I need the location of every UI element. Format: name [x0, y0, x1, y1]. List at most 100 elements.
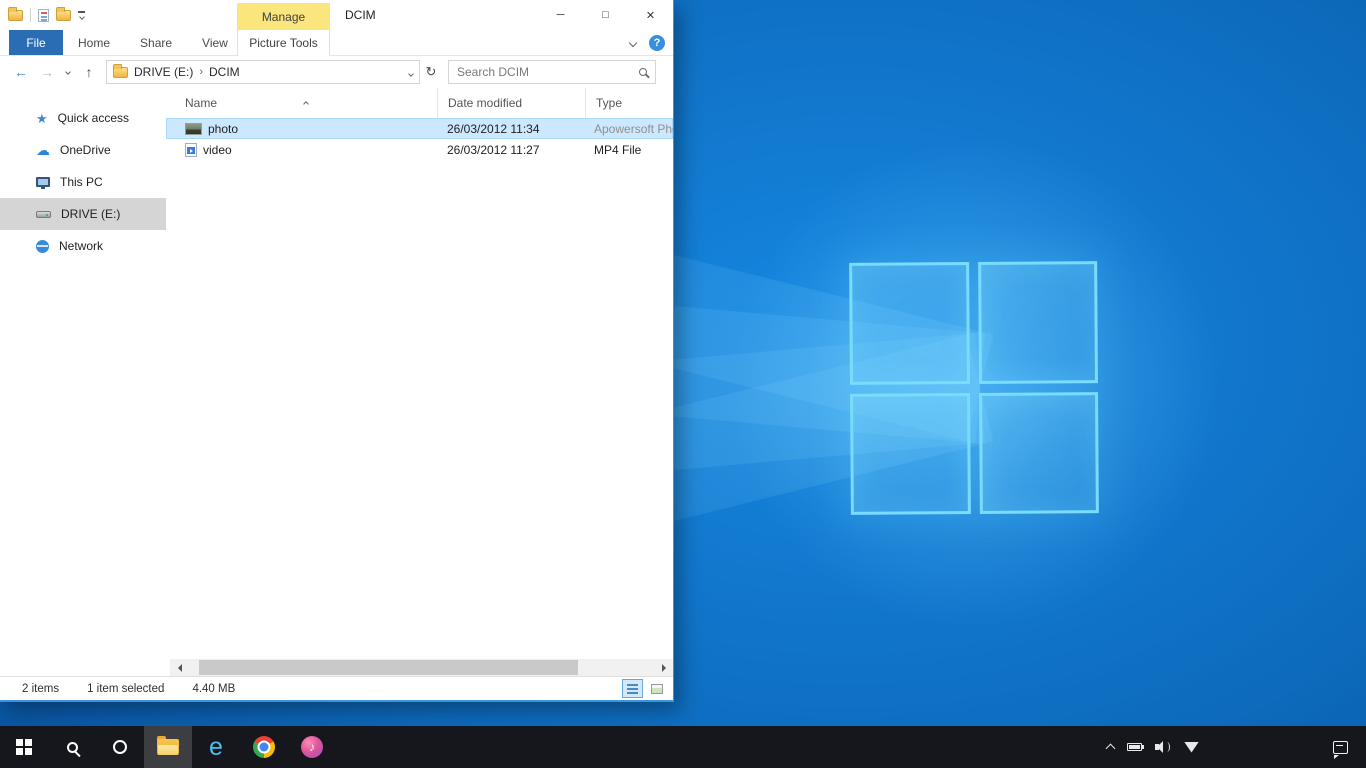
- address-bar[interactable]: DRIVE (E:) › DCIM: [106, 60, 420, 84]
- sidebar-item-network[interactable]: Network: [0, 230, 166, 262]
- file-name-cell: video: [178, 143, 437, 157]
- scroll-left-icon[interactable]: [170, 664, 187, 672]
- windows-start-icon: [16, 739, 32, 755]
- sidebar-item-onedrive[interactable]: ☁ OneDrive: [0, 134, 166, 166]
- scrollbar-thumb[interactable]: [199, 660, 578, 675]
- file-explorer-window: Manage DCIM ─ □ ✕ File Home Share View P…: [0, 0, 674, 702]
- search-input[interactable]: [457, 65, 639, 79]
- file-name-cell: photo: [178, 122, 437, 136]
- itunes-button[interactable]: ♪: [288, 726, 336, 768]
- chrome-button[interactable]: [240, 726, 288, 768]
- up-button[interactable]: ↑: [76, 64, 102, 80]
- sidebar-item-label: DRIVE (E:): [61, 207, 120, 221]
- address-folder-icon: [113, 67, 128, 78]
- expand-ribbon-icon[interactable]: [629, 39, 637, 47]
- maximize-button[interactable]: □: [583, 0, 628, 30]
- refresh-button[interactable]: ↻: [420, 64, 442, 80]
- breadcrumb-current[interactable]: DCIM: [209, 65, 240, 79]
- properties-icon[interactable]: [38, 9, 49, 22]
- this-pc-monitor-icon: [36, 177, 50, 187]
- internet-explorer-icon: e: [209, 735, 223, 760]
- cortana-button[interactable]: [96, 726, 144, 768]
- breadcrumb-root[interactable]: DRIVE (E:): [134, 65, 193, 79]
- tab-view[interactable]: View: [187, 30, 243, 55]
- selection-count: 1 item selected: [87, 683, 164, 695]
- details-view-icon: [627, 684, 638, 694]
- taskbar-file-explorer-button[interactable]: [144, 726, 192, 768]
- search-box[interactable]: [448, 60, 656, 84]
- search-icon[interactable]: [639, 68, 647, 76]
- sidebar-item-label: This PC: [60, 175, 103, 189]
- scroll-right-icon[interactable]: [656, 664, 673, 672]
- back-button[interactable]: ←: [8, 64, 34, 80]
- sidebar-item-drive-e[interactable]: DRIVE (E:): [0, 198, 166, 230]
- network-wifi-icon[interactable]: [1184, 742, 1199, 753]
- start-button[interactable]: [0, 726, 48, 768]
- sidebar-item-quick-access[interactable]: ★ Quick access: [0, 102, 166, 134]
- navigation-pane: ★ Quick access ☁ OneDrive This PC DRIVE …: [0, 88, 166, 676]
- explorer-main: ★ Quick access ☁ OneDrive This PC DRIVE …: [0, 88, 673, 676]
- battery-icon[interactable]: [1127, 743, 1142, 751]
- photo-thumbnail-icon: [185, 123, 202, 135]
- sidebar-item-label: Quick access: [58, 111, 129, 125]
- tab-file[interactable]: File: [9, 30, 63, 55]
- selection-size: 4.40 MB: [192, 683, 235, 695]
- new-folder-icon[interactable]: [56, 10, 71, 21]
- onedrive-cloud-icon: ☁: [36, 143, 50, 157]
- internet-explorer-button[interactable]: e: [192, 726, 240, 768]
- window-title: DCIM: [345, 0, 376, 30]
- close-button[interactable]: ✕: [628, 0, 673, 30]
- ribbon-right-controls: ?: [630, 30, 665, 56]
- navigation-bar: ← → ↑ DRIVE (E:) › DCIM ↻: [0, 56, 673, 88]
- items-count: 2 items: [22, 683, 59, 695]
- taskbar: e ♪: [0, 726, 1366, 768]
- file-row-video[interactable]: video 26/03/2012 11:27 MP4 File: [166, 139, 673, 160]
- sidebar-item-label: OneDrive: [60, 143, 111, 157]
- windows-logo-pane: [978, 261, 1098, 383]
- ribbon-tab-row: File Home Share View Picture Tools ?: [0, 30, 673, 56]
- cortana-icon: [113, 740, 127, 754]
- address-dropdown-icon[interactable]: [409, 65, 413, 79]
- scrollbar-track[interactable]: [187, 659, 656, 676]
- column-header-type[interactable]: Type: [585, 88, 673, 118]
- tab-home[interactable]: Home: [63, 30, 125, 55]
- taskbar-search-button[interactable]: [48, 726, 96, 768]
- customize-qat-icon[interactable]: [78, 11, 85, 19]
- help-icon[interactable]: ?: [649, 35, 665, 51]
- status-bar: 2 items 1 item selected 4.40 MB: [0, 676, 673, 700]
- hidden-icons-chevron-icon[interactable]: [1106, 744, 1116, 754]
- tab-share[interactable]: Share: [125, 30, 187, 55]
- breadcrumb-separator: ›: [199, 66, 203, 78]
- sort-ascending-icon[interactable]: [304, 93, 308, 111]
- windows-logo: [849, 261, 1099, 515]
- thumbnails-view-button[interactable]: [646, 679, 667, 698]
- action-center-icon[interactable]: [1333, 741, 1348, 754]
- window-controls: ─ □ ✕: [538, 0, 673, 30]
- forward-button[interactable]: →: [34, 64, 60, 80]
- horizontal-scrollbar[interactable]: [170, 659, 673, 676]
- file-name: photo: [208, 122, 238, 136]
- windows-logo-pane: [849, 262, 969, 384]
- view-toggle-buttons: [622, 679, 667, 698]
- titlebar[interactable]: Manage DCIM ─ □ ✕: [0, 0, 673, 30]
- file-date: 26/03/2012 11:27: [437, 143, 585, 157]
- sidebar-item-label: Network: [59, 239, 103, 253]
- mp4-file-icon: [185, 143, 197, 157]
- windows-logo-pane: [979, 392, 1099, 514]
- network-globe-icon: [36, 240, 49, 253]
- tray-spacer: [1212, 747, 1320, 748]
- file-row-photo[interactable]: photo 26/03/2012 11:34 Apowersoft Pho: [166, 118, 673, 139]
- details-view-button[interactable]: [622, 679, 643, 698]
- quick-access-toolbar: [8, 0, 85, 30]
- manage-contextual-label[interactable]: Manage: [237, 3, 330, 30]
- usb-drive-icon: [36, 211, 51, 218]
- file-type: Apowersoft Pho: [585, 122, 673, 136]
- column-header-date-modified[interactable]: Date modified: [437, 88, 585, 118]
- quick-access-star-icon: ★: [36, 112, 48, 125]
- minimize-button[interactable]: ─: [538, 0, 583, 30]
- tab-picture-tools[interactable]: Picture Tools: [237, 30, 330, 56]
- recent-locations-icon[interactable]: [60, 70, 76, 74]
- file-name: video: [203, 143, 232, 157]
- volume-icon[interactable]: [1155, 741, 1171, 753]
- sidebar-item-this-pc[interactable]: This PC: [0, 166, 166, 198]
